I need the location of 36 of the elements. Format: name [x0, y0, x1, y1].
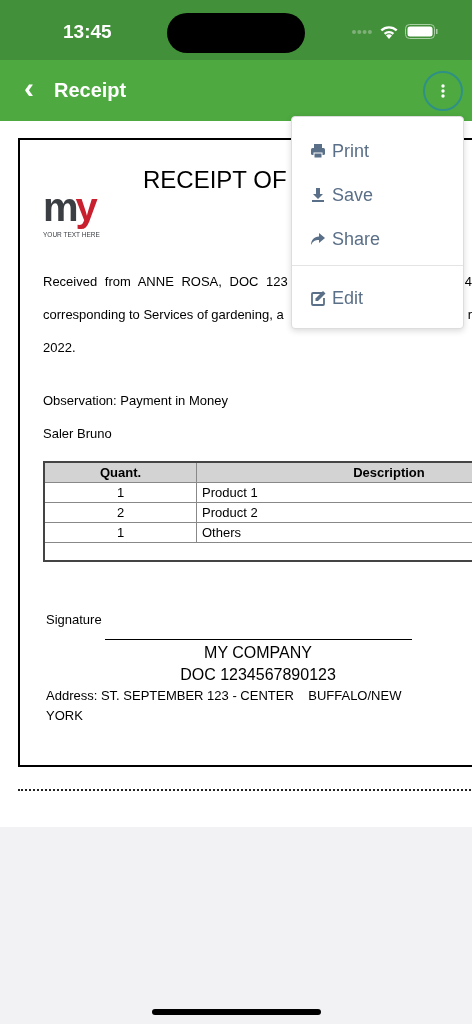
wifi-icon	[379, 24, 399, 39]
status-time: 13:45	[63, 21, 112, 43]
printer-icon	[310, 143, 326, 159]
receipt-text: Received from ANNE ROSA, DOC 123	[43, 274, 288, 289]
company-doc-number: DOC 1234567890123	[180, 666, 336, 683]
battery-icon	[405, 24, 438, 39]
menu-item[interactable]: Edit	[292, 276, 463, 320]
observation-text: Observation: Payment in Money	[43, 393, 229, 408]
column-header: Quant.	[44, 462, 197, 483]
more-options-button[interactable]	[423, 71, 463, 111]
more-icon	[441, 84, 445, 98]
download-icon	[310, 187, 326, 203]
edit-icon	[310, 290, 326, 306]
table-cell: 1	[44, 522, 197, 543]
receipt-text: corresponding to Services of gardening, a	[43, 307, 284, 322]
table-cell: 2	[44, 502, 197, 523]
receipt-text: 2022.	[43, 340, 76, 355]
receipt-text: r	[467, 307, 472, 322]
back-button[interactable]: ‹	[20, 72, 38, 103]
signature-label: Signature	[46, 612, 103, 627]
address-text: YORK	[46, 707, 84, 725]
table-cell: 1	[44, 482, 197, 503]
menu-item[interactable]: Print	[292, 129, 463, 173]
share-icon	[310, 231, 326, 247]
saler-text: Saler Bruno	[43, 426, 113, 441]
menu-item[interactable]: Share	[292, 217, 463, 261]
company-name: MY COMPANY	[204, 644, 312, 661]
receipt-text: 4	[464, 274, 472, 289]
column-header: Description	[196, 462, 472, 483]
receipt-title: RECEIPT OF	[143, 166, 287, 194]
signal-icon	[351, 28, 373, 35]
logo-letter: m	[43, 184, 76, 230]
page-title: Receipt	[54, 79, 127, 102]
logo-letter: y	[75, 184, 95, 230]
menu-item[interactable]: Save	[292, 173, 463, 217]
address-text: Address: ST. SEPTEMBER 123 - CENTER BUFFALO/NEW	[46, 687, 403, 705]
